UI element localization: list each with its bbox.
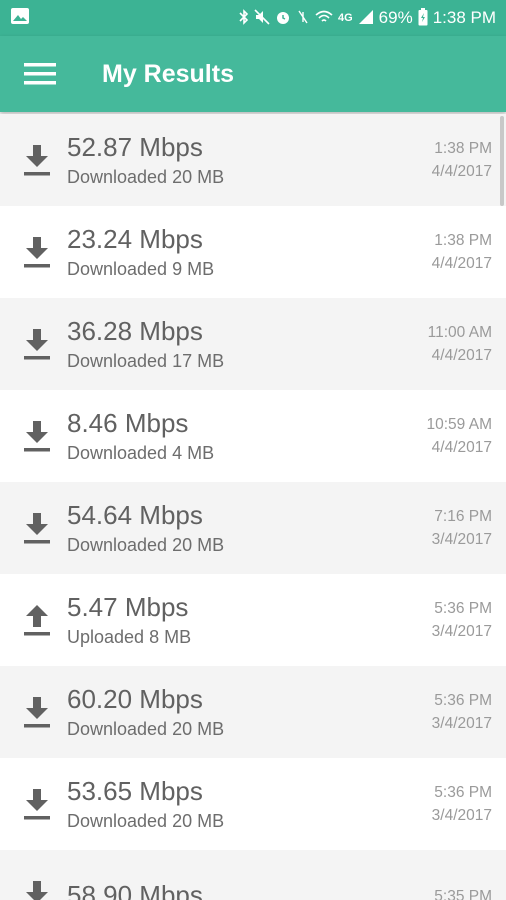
result-timestamp: 5:35 PM	[396, 885, 506, 900]
result-speed: 23.24 Mbps	[67, 223, 203, 254]
result-timestamp: 1:38 PM 4/4/2017	[396, 137, 506, 183]
result-speed: 53.65 Mbps	[67, 775, 203, 806]
result-timestamp: 10:59 AM 4/4/2017	[396, 413, 506, 459]
result-details: 54.64 Mbps Downloaded 20 MB	[62, 500, 396, 557]
result-speed: 8.46 Mbps	[67, 407, 189, 438]
result-row[interactable]: 58.90 Mbps 5:35 PM	[0, 850, 506, 900]
result-speed: 54.64 Mbps	[67, 499, 203, 530]
result-time: 1:38 PM	[434, 140, 492, 157]
result-row[interactable]: 52.87 Mbps Downloaded 20 MB 1:38 PM 4/4/201…	[0, 114, 506, 206]
bluetooth-icon	[239, 9, 249, 27]
result-date: 3/4/2017	[431, 807, 492, 824]
result-timestamp: 5:36 PM 3/4/2017	[396, 781, 506, 827]
result-time: 11:00 AM	[427, 324, 492, 341]
result-row[interactable]: 53.65 Mbps Downloaded 20 MB 5:36 PM 3/4/201…	[0, 758, 506, 850]
result-time: 10:59 AM	[426, 416, 493, 433]
result-date: 4/4/2017	[431, 255, 492, 272]
result-details: 23.24 Mbps Downloaded 9 MB	[62, 224, 396, 281]
download-icon	[0, 666, 62, 758]
result-speed: 58.90 Mbps	[67, 879, 203, 900]
result-time: 7:16 PM	[434, 508, 492, 525]
result-speed: 36.28 Mbps	[67, 315, 203, 346]
hamburger-menu-icon	[24, 63, 56, 85]
result-timestamp: 7:16 PM 3/4/2017	[396, 505, 506, 551]
app-bar: My Results	[0, 36, 506, 112]
download-icon	[0, 206, 62, 298]
result-date: 4/4/2017	[431, 439, 492, 456]
result-date: 3/4/2017	[431, 623, 492, 640]
upload-icon	[0, 574, 62, 666]
wifi-icon	[315, 9, 333, 27]
result-speed: 52.87 Mbps	[67, 131, 203, 162]
result-date: 4/4/2017	[431, 347, 492, 364]
result-row[interactable]: 5.47 Mbps Uploaded 8 MB 5:36 PM 3/4/2017	[0, 574, 506, 666]
clock: 1:38 PM	[432, 8, 496, 27]
download-icon	[0, 298, 62, 390]
result-timestamp: 1:38 PM 4/4/2017	[396, 229, 506, 275]
result-row[interactable]: 23.24 Mbps Downloaded 9 MB 1:38 PM 4/4/2017	[0, 206, 506, 298]
data-saver-icon	[296, 9, 310, 27]
result-timestamp: 5:36 PM 3/4/2017	[396, 597, 506, 643]
signal-icon	[358, 9, 374, 27]
result-speed: 5.47 Mbps	[67, 591, 189, 622]
network-type-label: 4G	[337, 11, 353, 24]
battery-percent: 69%	[378, 8, 413, 27]
result-amount: Downloaded 9 MB	[67, 258, 215, 279]
page-title: My Results	[102, 59, 234, 88]
result-date: 4/4/2017	[431, 163, 492, 180]
result-details: 58.90 Mbps	[62, 880, 396, 900]
result-amount: Downloaded 20 MB	[67, 534, 225, 555]
scrollbar[interactable]	[500, 116, 504, 206]
result-timestamp: 11:00 AM 4/4/2017	[396, 321, 506, 367]
status-bar: 4G 69% 1:38 PM	[0, 0, 506, 36]
results-list: 52.87 Mbps Downloaded 20 MB 1:38 PM 4/4/201…	[0, 114, 506, 900]
alarm-icon	[275, 9, 291, 27]
download-icon	[0, 482, 62, 574]
result-amount: Downloaded 17 MB	[67, 350, 225, 371]
mute-icon	[254, 9, 270, 27]
result-time: 5:35 PM	[434, 887, 492, 900]
battery-icon	[418, 8, 428, 28]
image-icon	[10, 7, 30, 30]
result-amount: Downloaded 4 MB	[67, 442, 215, 463]
result-timestamp: 5:36 PM 3/4/2017	[396, 689, 506, 735]
result-amount: Downloaded 20 MB	[67, 166, 225, 187]
result-row[interactable]: 36.28 Mbps Downloaded 17 MB 11:00 AM 4/4/20…	[0, 298, 506, 390]
result-details: 8.46 Mbps Downloaded 4 MB	[62, 408, 396, 465]
result-row[interactable]: 54.64 Mbps Downloaded 20 MB 7:16 PM 3/4/201…	[0, 482, 506, 574]
result-details: 36.28 Mbps Downloaded 17 MB	[62, 316, 396, 373]
result-details: 5.47 Mbps Uploaded 8 MB	[62, 592, 396, 649]
result-row[interactable]: 60.20 Mbps Downloaded 20 MB 5:36 PM 3/4/201…	[0, 666, 506, 758]
result-details: 53.65 Mbps Downloaded 20 MB	[62, 776, 396, 833]
result-date: 3/4/2017	[431, 531, 492, 548]
result-row[interactable]: 8.46 Mbps Downloaded 4 MB 10:59 AM 4/4/2017	[0, 390, 506, 482]
result-speed: 60.20 Mbps	[67, 683, 203, 714]
result-details: 52.87 Mbps Downloaded 20 MB	[62, 132, 396, 189]
download-icon	[0, 758, 62, 850]
result-amount: Downloaded 20 MB	[67, 718, 225, 739]
download-icon	[0, 114, 62, 206]
result-time: 5:36 PM	[434, 784, 492, 801]
download-icon	[0, 390, 62, 482]
result-time: 5:36 PM	[434, 692, 492, 709]
result-time: 5:36 PM	[434, 600, 492, 617]
result-amount: Uploaded 8 MB	[67, 626, 192, 647]
result-time: 1:38 PM	[434, 232, 492, 249]
download-icon	[0, 850, 62, 900]
result-details: 60.20 Mbps Downloaded 20 MB	[62, 684, 396, 741]
result-date: 3/4/2017	[431, 715, 492, 732]
result-amount: Downloaded 20 MB	[67, 810, 225, 831]
menu-button[interactable]	[0, 36, 80, 112]
